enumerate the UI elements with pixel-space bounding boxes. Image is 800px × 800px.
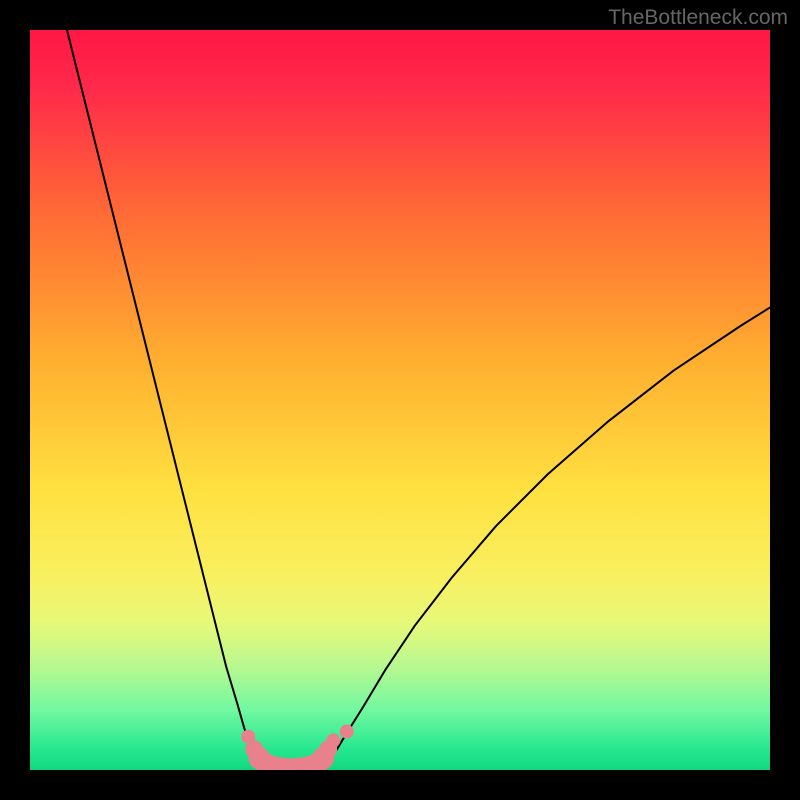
gradient-background	[30, 30, 770, 770]
plot-area	[30, 30, 770, 770]
watermark-text: TheBottleneck.com	[608, 6, 788, 30]
chart-canvas	[30, 30, 770, 770]
chart-frame: TheBottleneck.com	[0, 0, 800, 800]
marker-dot	[326, 733, 340, 747]
marker-dot	[340, 725, 354, 739]
